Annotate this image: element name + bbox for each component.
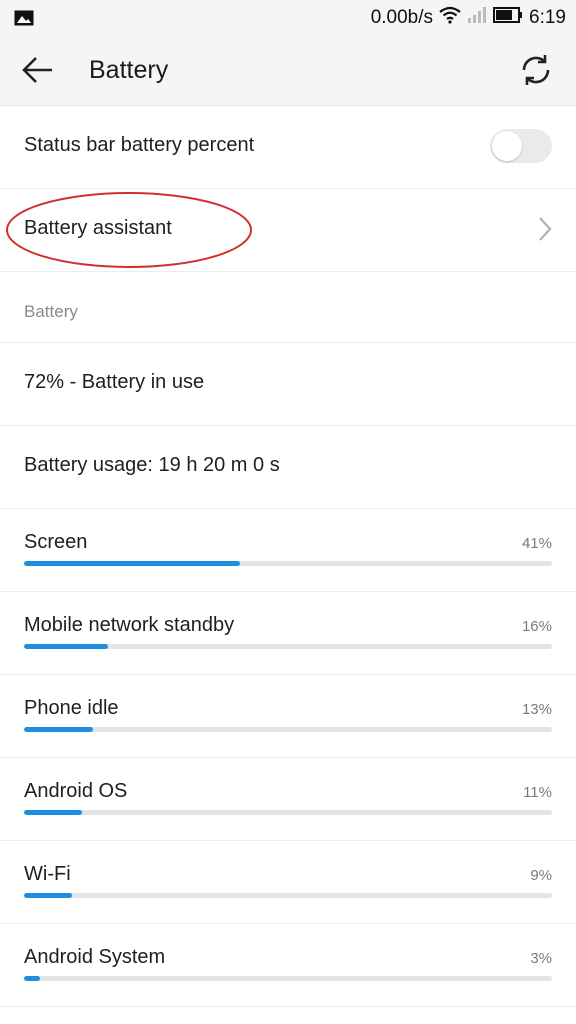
usage-bar-fill xyxy=(24,561,241,566)
usage-bar-track xyxy=(24,976,552,981)
toggle-knob xyxy=(492,131,522,161)
usage-row[interactable]: Mobile network standby 16% xyxy=(0,592,576,675)
usage-bar-fill xyxy=(24,727,93,732)
usage-percent: 16% xyxy=(521,618,552,635)
signal-icon xyxy=(467,6,487,30)
page-title: Battery xyxy=(89,56,169,84)
usage-app-name: Screen xyxy=(24,531,88,553)
usage-percent: 3% xyxy=(530,950,552,967)
usage-percent: 41% xyxy=(521,535,552,552)
usage-bar-fill xyxy=(24,644,109,649)
status-bar: 0.00b/s 6:19 xyxy=(0,0,576,36)
battery-usage-time-text: Battery usage: 19 h 20 m 0 s xyxy=(24,454,280,476)
status-bar-percent-toggle[interactable] xyxy=(490,129,552,163)
usage-bar-fill xyxy=(24,976,40,981)
battery-status-row: 72% - Battery in use xyxy=(0,343,576,426)
chevron-right-icon xyxy=(536,215,554,243)
usage-bar-track xyxy=(24,727,552,732)
network-speed: 0.00b/s xyxy=(370,7,434,28)
status-bar-percent-row[interactable]: Status bar battery percent xyxy=(0,106,576,189)
refresh-icon[interactable] xyxy=(518,52,554,88)
usage-list: Screen 41% Mobile network standby 16% Phone … xyxy=(0,509,576,1007)
battery-settings-list: Status bar battery percent Battery assis… xyxy=(0,106,576,1007)
app-bar: Battery xyxy=(0,36,576,106)
usage-row[interactable]: Wi-Fi 9% xyxy=(0,841,576,924)
back-arrow-icon[interactable] xyxy=(20,54,56,86)
image-icon xyxy=(14,10,34,31)
battery-assistant-label: Battery assistant xyxy=(24,217,172,239)
usage-app-name: Phone idle xyxy=(24,697,119,719)
usage-app-name: Android OS xyxy=(24,780,128,802)
usage-bar-fill xyxy=(24,893,72,898)
usage-row[interactable]: Android OS 11% xyxy=(0,758,576,841)
status-bar-percent-label: Status bar battery percent xyxy=(24,134,255,156)
battery-icon xyxy=(493,7,523,29)
usage-percent: 13% xyxy=(521,701,552,718)
usage-app-name: Wi-Fi xyxy=(24,863,71,885)
wifi-icon xyxy=(439,6,461,30)
usage-bar-fill xyxy=(24,810,83,815)
usage-bar-track xyxy=(24,644,552,649)
battery-assistant-row[interactable]: Battery assistant xyxy=(0,189,576,272)
usage-row[interactable]: Phone idle 13% xyxy=(0,675,576,758)
usage-bar-track xyxy=(24,893,552,898)
battery-status-text: 72% - Battery in use xyxy=(24,371,205,393)
battery-usage-time-row: Battery usage: 19 h 20 m 0 s xyxy=(0,426,576,509)
usage-app-name: Mobile network standby xyxy=(24,614,235,636)
usage-percent: 11% xyxy=(523,784,552,801)
clock: 6:19 xyxy=(529,7,566,28)
section-header-label: Battery xyxy=(24,302,78,321)
usage-bar-track xyxy=(24,561,552,566)
usage-row[interactable]: Screen 41% xyxy=(0,509,576,592)
usage-percent: 9% xyxy=(530,867,552,884)
usage-bar-track xyxy=(24,810,552,815)
usage-app-name: Android System xyxy=(24,946,166,968)
usage-row[interactable]: Android System 3% xyxy=(0,924,576,1007)
battery-section-header: Battery xyxy=(0,272,576,343)
